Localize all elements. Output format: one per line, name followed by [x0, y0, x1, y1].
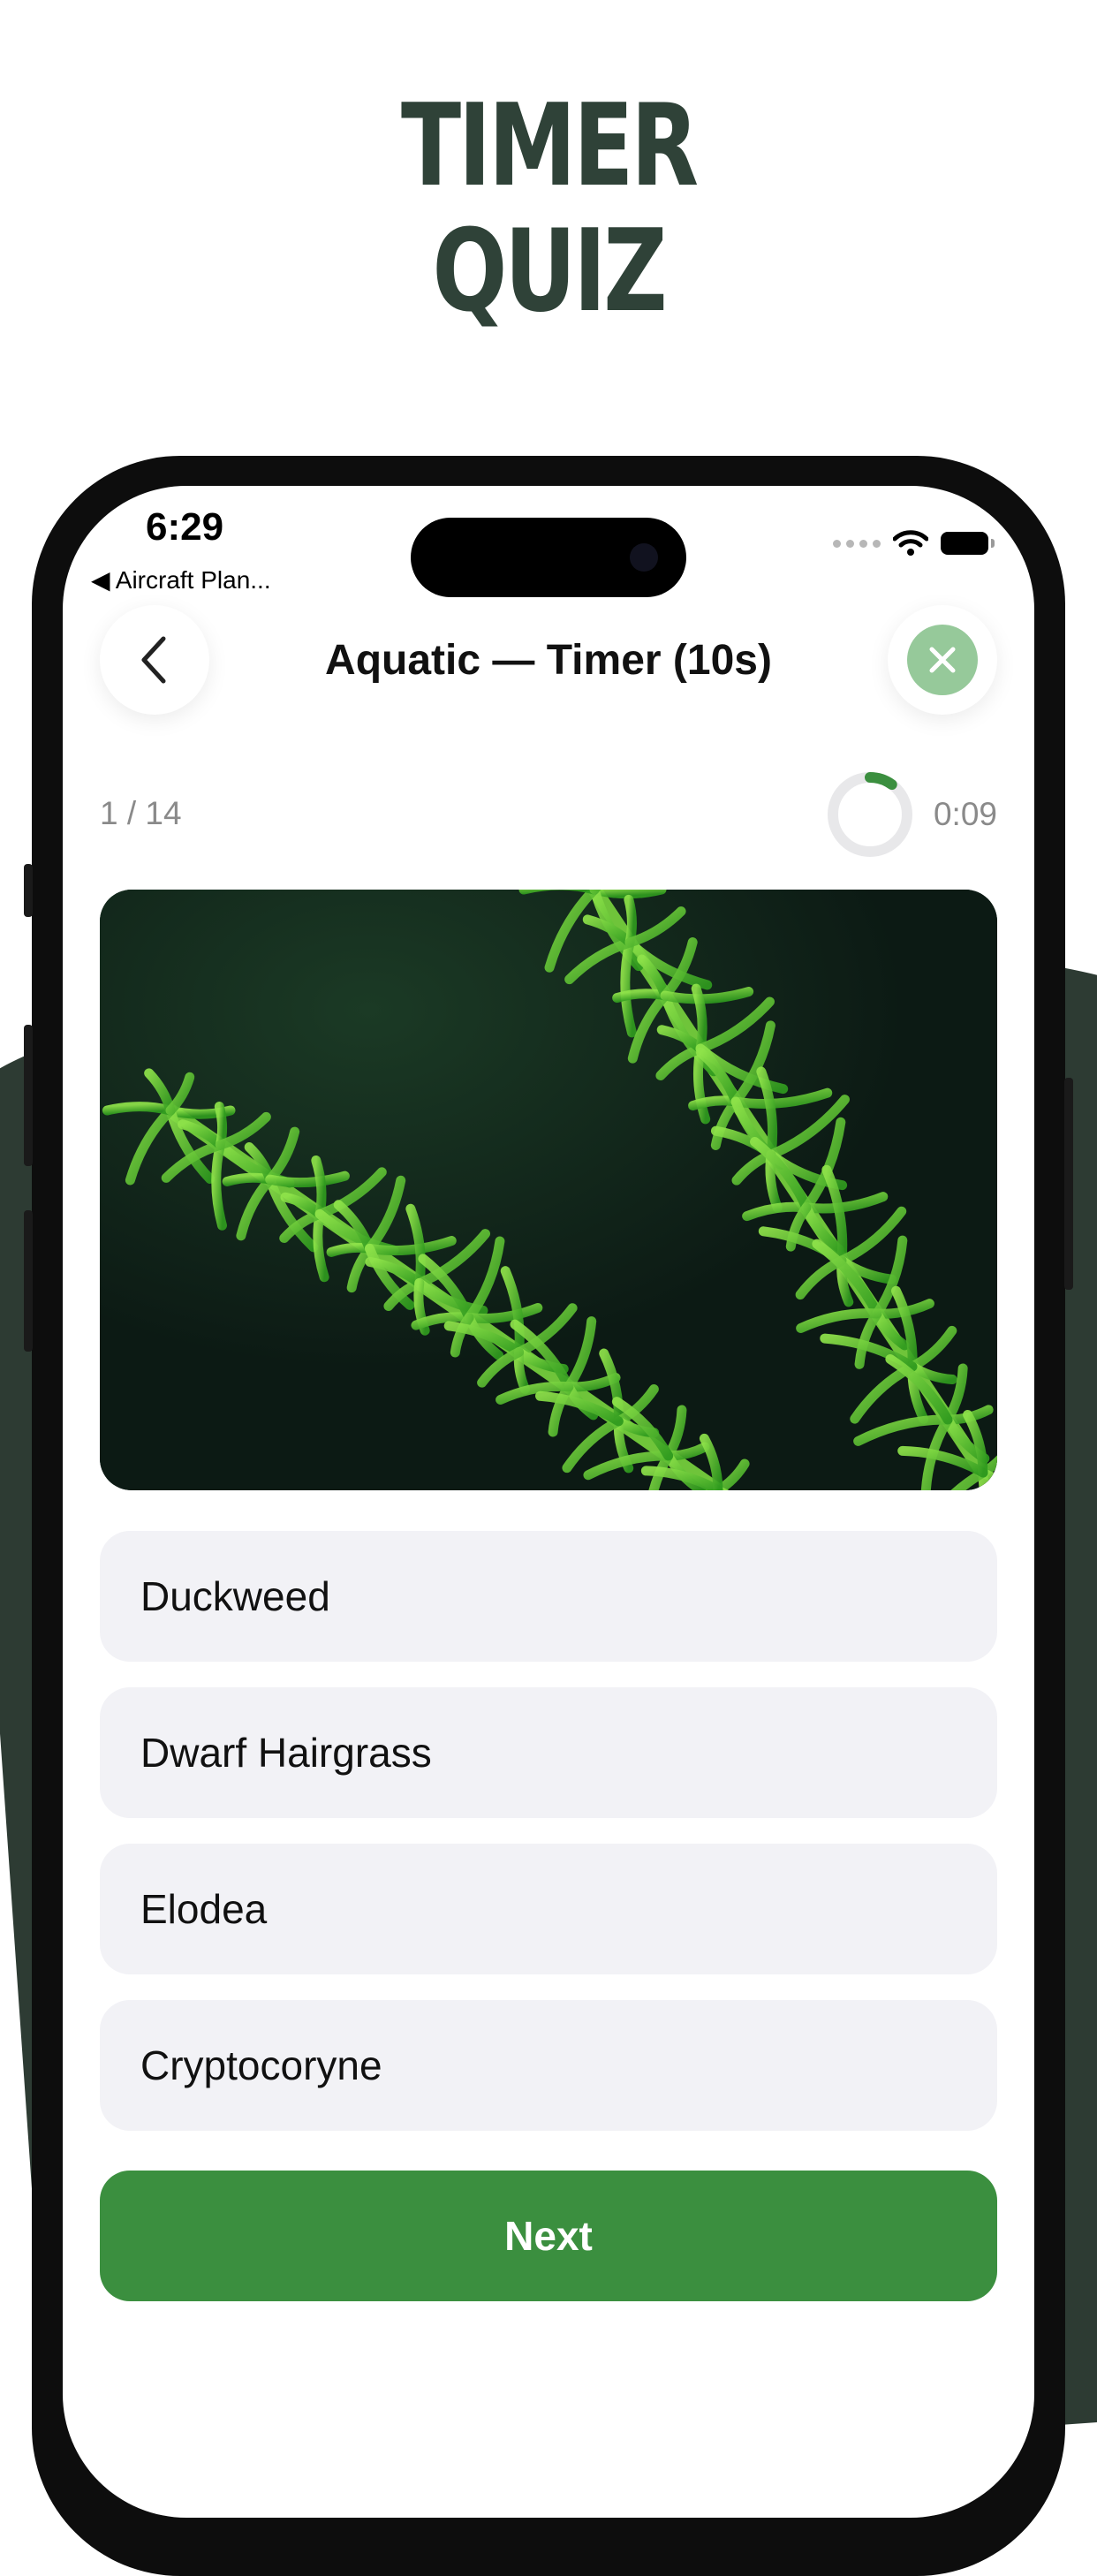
status-indicators: [833, 530, 995, 557]
promo-headline-line1: TIMER: [400, 80, 699, 212]
answer-option-4[interactable]: Cryptocoryne: [100, 2000, 997, 2131]
status-time: 6:29: [146, 505, 224, 549]
answer-option-1[interactable]: Duckweed: [100, 1531, 997, 1662]
timer-ring-icon: [827, 772, 912, 857]
phone-power-button: [1064, 1078, 1073, 1290]
answer-option-2[interactable]: Dwarf Hairgrass: [100, 1687, 997, 1818]
close-icon-background: [907, 625, 978, 695]
back-to-app-link[interactable]: ◀ Aircraft Plan...: [91, 565, 271, 595]
promo-headline: TIMER QUIZ: [121, 84, 977, 335]
next-button[interactable]: Next: [100, 2171, 997, 2301]
close-icon: [929, 647, 956, 673]
wifi-icon: [893, 530, 928, 556]
timer: 0:09: [826, 770, 997, 859]
dynamic-island: [411, 518, 686, 597]
cellular-signal-icon: [833, 539, 881, 548]
question-image: [100, 890, 997, 1490]
phone-volume-down: [24, 1210, 33, 1352]
close-button[interactable]: [888, 605, 997, 715]
timer-text: 0:09: [933, 796, 997, 832]
battery-icon: [941, 532, 995, 555]
app-screen: 6:29 ◀ Aircraft Plan... Aquatic — Timer …: [63, 486, 1034, 2518]
phone-silent-switch: [24, 864, 33, 917]
camera-icon: [630, 543, 658, 572]
promo-headline-line2: QUIZ: [432, 206, 667, 337]
answer-option-3[interactable]: Elodea: [100, 1844, 997, 1974]
question-counter: 1 / 14: [100, 795, 182, 831]
aquatic-plant-image: [100, 890, 997, 1490]
phone-volume-up: [24, 1025, 33, 1166]
